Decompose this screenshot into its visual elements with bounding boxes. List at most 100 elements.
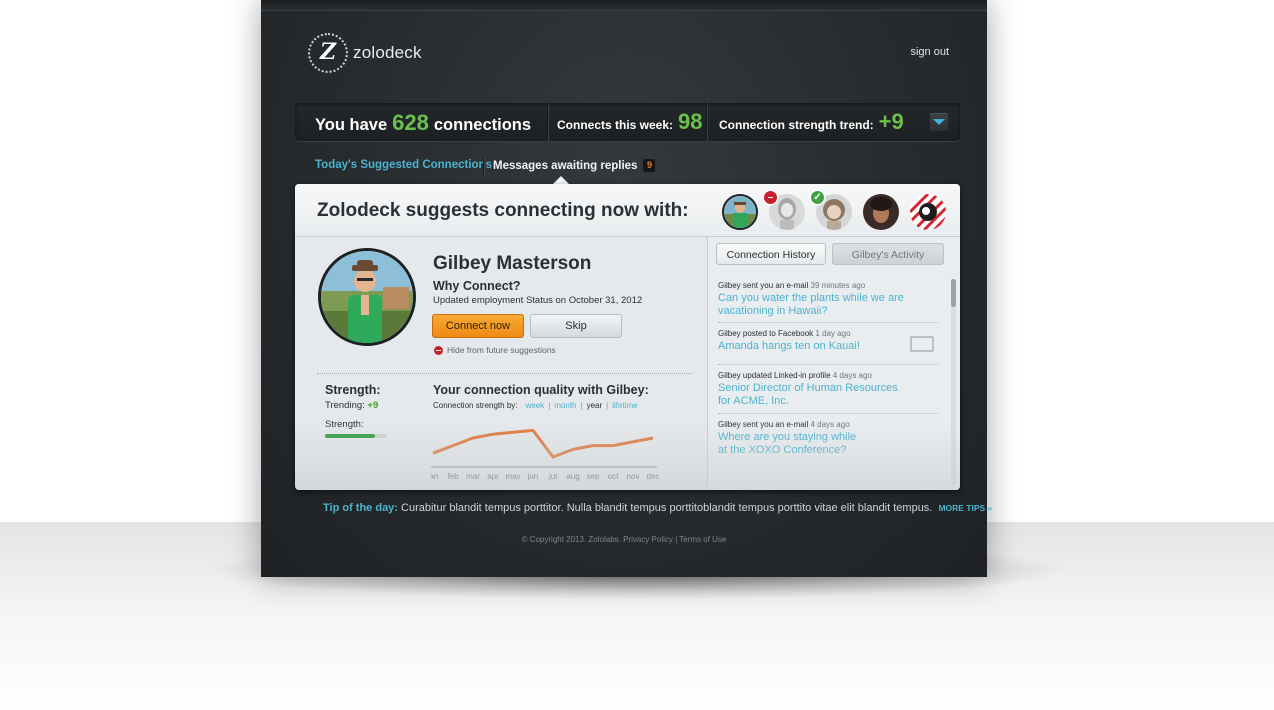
stats-bar: You have 628 connections Connects this w… xyxy=(295,103,960,141)
trending-row: Trending: +9 xyxy=(325,400,378,411)
tab-suggested-connections[interactable]: Today's Suggested Connections xyxy=(315,159,492,171)
feed-divider xyxy=(718,413,938,414)
suggestion-card: Zolodeck suggests connecting now with: –… xyxy=(295,184,960,490)
list-item[interactable]: Gilbey posted to Facebook 1 day ago Aman… xyxy=(718,329,940,353)
trending-label: Trending: xyxy=(325,400,365,411)
scrollbar-thumb[interactable] xyxy=(951,279,956,307)
tab-pointer xyxy=(553,176,569,184)
privacy-policy-link[interactable]: Privacy Policy xyxy=(623,535,673,544)
logo-text: zolodeck xyxy=(353,43,422,62)
strength-heading: Strength: xyxy=(325,383,381,397)
strength-bar xyxy=(325,434,387,438)
connections-stat: You have 628 connections xyxy=(315,103,531,141)
x-tick-label: feb xyxy=(447,472,459,481)
card-title: Zolodeck suggests connecting now with: xyxy=(317,200,689,221)
strength-label: Strength: xyxy=(325,419,364,430)
connections-prefix: You have xyxy=(315,116,388,134)
x-tick-label: apr xyxy=(487,472,499,481)
logo-icon: Z xyxy=(308,33,348,73)
feed-meta: Gilbey posted to Facebook 1 day ago xyxy=(718,329,851,338)
card-header: Zolodeck suggests connecting now with: –… xyxy=(295,184,960,237)
x-tick-label: jan xyxy=(431,472,438,481)
why-connect-heading: Why Connect? xyxy=(433,279,521,293)
strength-period-selector: Connection strength by: week | month | y… xyxy=(433,401,642,410)
profile-photo xyxy=(318,248,416,346)
tab-divider xyxy=(483,157,485,175)
list-item[interactable]: Gilbey sent you an e-mail 39 minutes ago… xyxy=(718,281,940,318)
suggestion-detail: Gilbey Masterson Why Connect? Updated em… xyxy=(295,237,707,490)
connection-quality-heading: Your connection quality with Gilbey: xyxy=(433,383,649,397)
connect-now-button[interactable]: Connect now xyxy=(432,314,524,338)
x-tick-label: jun xyxy=(527,472,539,481)
tab-messages-label: Messages awaiting replies xyxy=(493,159,638,172)
terms-of-use-link[interactable]: Terms of Use xyxy=(679,535,726,544)
hide-icon xyxy=(434,345,443,355)
period-option-active[interactable]: year xyxy=(587,401,603,410)
section-divider xyxy=(317,373,693,374)
skip-button[interactable]: Skip xyxy=(530,314,622,338)
avatar-thumb-person-5[interactable] xyxy=(910,194,946,230)
period-option[interactable]: lifetime xyxy=(612,401,637,410)
top-border xyxy=(261,0,987,11)
connections-value: 628 xyxy=(392,110,429,135)
feed-meta: Gilbey updated Linked-in profile 4 days … xyxy=(718,371,872,380)
messages-count-badge: 9 xyxy=(643,159,656,172)
x-tick-label: mar xyxy=(466,472,480,481)
logo-glyph: Z xyxy=(319,39,337,65)
trending-value: +9 xyxy=(367,400,379,411)
avatar-thumb-person-2[interactable]: – xyxy=(764,191,805,230)
stats-dropdown-button[interactable] xyxy=(930,113,948,131)
avatar-thumb-person-3[interactable]: ✓ xyxy=(811,191,852,230)
week-label: Connects this week: xyxy=(557,118,674,132)
sign-out-link[interactable]: sign out xyxy=(910,46,949,58)
app-window: Z zolodeck sign out You have 628 connect… xyxy=(261,0,992,577)
strength-bar-fill xyxy=(325,434,375,438)
why-connect-detail: Updated employment Status on October 31,… xyxy=(433,295,643,306)
feed-link[interactable]: Senior Director of Human Resources for A… xyxy=(718,382,908,408)
trend-value: +9 xyxy=(878,109,904,134)
feed-link[interactable]: Where are you staying while at the XOXO … xyxy=(718,431,868,457)
week-value: 98 xyxy=(678,109,703,134)
stat-divider xyxy=(547,103,549,141)
declined-badge-icon: – xyxy=(764,191,777,204)
period-option[interactable]: month xyxy=(554,401,576,410)
connection-quality-chart: jan febmaraprmayjunjulaugsepoctnovdec xyxy=(431,428,660,481)
period-separator: | xyxy=(580,401,583,410)
stat-divider xyxy=(706,103,708,141)
trend-stat: Connection strength trend: +9 xyxy=(719,103,904,141)
x-tick-label: aug xyxy=(566,472,579,481)
chevron-down-icon xyxy=(933,119,945,125)
accepted-check-icon: ✓ xyxy=(811,191,824,204)
tab-messages-awaiting-replies[interactable]: Messages awaiting replies 9 xyxy=(493,159,656,172)
tip-label: Tip of the day: xyxy=(323,502,398,514)
tab-connection-history[interactable]: Connection History xyxy=(716,243,826,265)
list-item[interactable]: Gilbey sent you an e-mail 4 days ago Whe… xyxy=(718,420,940,457)
feed-meta: Gilbey sent you an e-mail 39 minutes ago xyxy=(718,281,866,290)
feed-link[interactable]: Amanda hangs ten on Kauai! xyxy=(718,340,940,353)
logo[interactable]: Z zolodeck xyxy=(308,33,422,73)
hide-suggestion-link[interactable]: Hide from future suggestions xyxy=(434,345,556,355)
tab-gilbeys-activity[interactable]: Gilbey's Activity xyxy=(832,243,944,265)
x-tick-label: dec xyxy=(647,472,660,481)
tip-of-the-day: Tip of the day: Curabitur blandit tempus… xyxy=(323,502,992,514)
footer-separator: | xyxy=(675,535,678,544)
connections-suffix: connections xyxy=(433,116,532,134)
x-tick-label: jul xyxy=(548,472,557,481)
feed-link[interactable]: Can you water the plants while we are va… xyxy=(718,292,918,318)
feed-divider xyxy=(718,364,938,365)
x-tick-label: nov xyxy=(627,472,640,481)
footer: © Copyright 2013. Zololabs. Privacy Poli… xyxy=(261,535,987,544)
more-tips-link[interactable]: MORE TIPS » xyxy=(938,503,992,513)
period-separator: | xyxy=(606,401,609,410)
avatar-thumb-person-4[interactable] xyxy=(863,194,899,230)
period-option[interactable]: week xyxy=(526,401,545,410)
connection-history-panel: Connection History Gilbey's Activity Gil… xyxy=(707,237,960,490)
list-item[interactable]: Gilbey updated Linked-in profile 4 days … xyxy=(718,371,940,408)
hide-suggestion-label: Hide from future suggestions xyxy=(447,345,556,355)
suggestion-avatars: – ✓ xyxy=(711,191,946,230)
x-tick-label: sep xyxy=(587,472,600,481)
copyright: © Copyright 2013. Zololabs. xyxy=(521,535,621,544)
history-scrollbar[interactable] xyxy=(951,279,956,485)
person-name: Gilbey Masterson xyxy=(433,253,592,274)
avatar-thumb-gilbey[interactable] xyxy=(722,194,758,230)
